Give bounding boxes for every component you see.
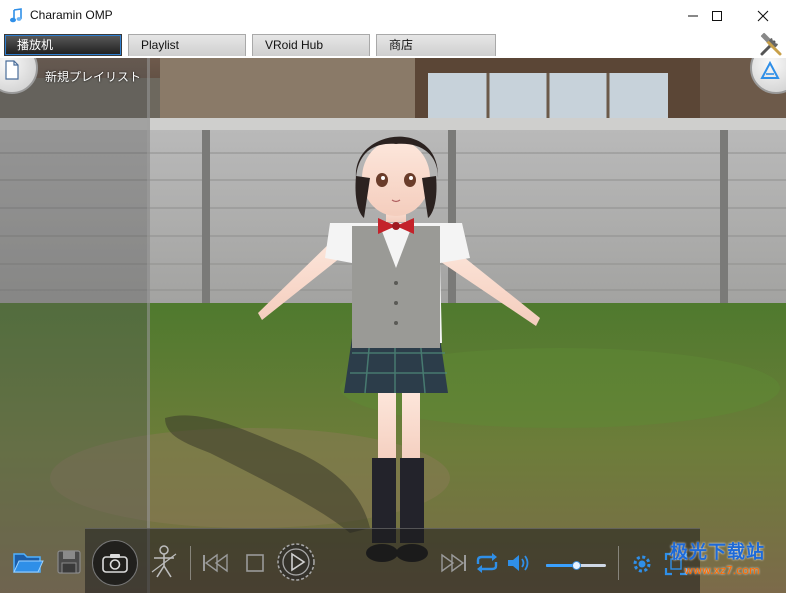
tab-playlist[interactable]: Playlist (128, 34, 246, 56)
vroid-icon (760, 61, 780, 79)
stop-icon[interactable] (244, 553, 266, 573)
separator (190, 546, 191, 580)
app-window: Charamin OMP 播放机 Playlist VRoid Hub 商店 新… (0, 0, 786, 593)
open-folder-icon[interactable] (12, 548, 44, 576)
close-button[interactable] (740, 0, 786, 32)
pose-icon[interactable] (148, 544, 180, 580)
play-icon[interactable] (275, 541, 317, 583)
tab-shop[interactable]: 商店 (376, 34, 496, 56)
close-icon (757, 10, 769, 22)
new-playlist-label[interactable]: 新規プレイリスト (45, 68, 141, 85)
previous-icon[interactable] (201, 552, 229, 574)
playlist-side-panel (0, 58, 150, 593)
camera-icon (102, 554, 128, 573)
watermark-text: 极光下载站 (670, 542, 765, 563)
3d-viewport[interactable]: 新規プレイリスト 极光下载站 www.xz7.com (0, 58, 786, 593)
tab-vroid-hub[interactable]: VRoid Hub (252, 34, 370, 56)
next-icon[interactable] (440, 552, 468, 574)
volume-icon[interactable] (506, 552, 532, 574)
title-bar: Charamin OMP (0, 0, 786, 32)
playback-control-bar (0, 528, 786, 593)
music-note-icon (10, 8, 22, 23)
volume-slider-handle[interactable] (571, 561, 581, 570)
tab-player[interactable]: 播放机 (4, 34, 122, 56)
watermark-url: www.xz7.com (684, 564, 760, 577)
tools-icon[interactable] (758, 32, 784, 58)
tab-label: VRoid Hub (265, 38, 324, 52)
tab-label: 播放机 (17, 38, 54, 52)
window-title: Charamin OMP (30, 8, 113, 22)
tab-bar: 播放机 Playlist VRoid Hub 商店 (0, 32, 786, 58)
document-icon (5, 60, 19, 80)
save-icon[interactable] (56, 548, 82, 576)
settings-icon[interactable] (630, 552, 654, 576)
tab-label: 商店 (389, 38, 414, 52)
repeat-icon[interactable] (474, 552, 500, 574)
tab-label: Playlist (141, 38, 180, 52)
maximize-button[interactable] (694, 0, 740, 32)
separator (618, 546, 619, 580)
maximize-icon (712, 11, 722, 21)
